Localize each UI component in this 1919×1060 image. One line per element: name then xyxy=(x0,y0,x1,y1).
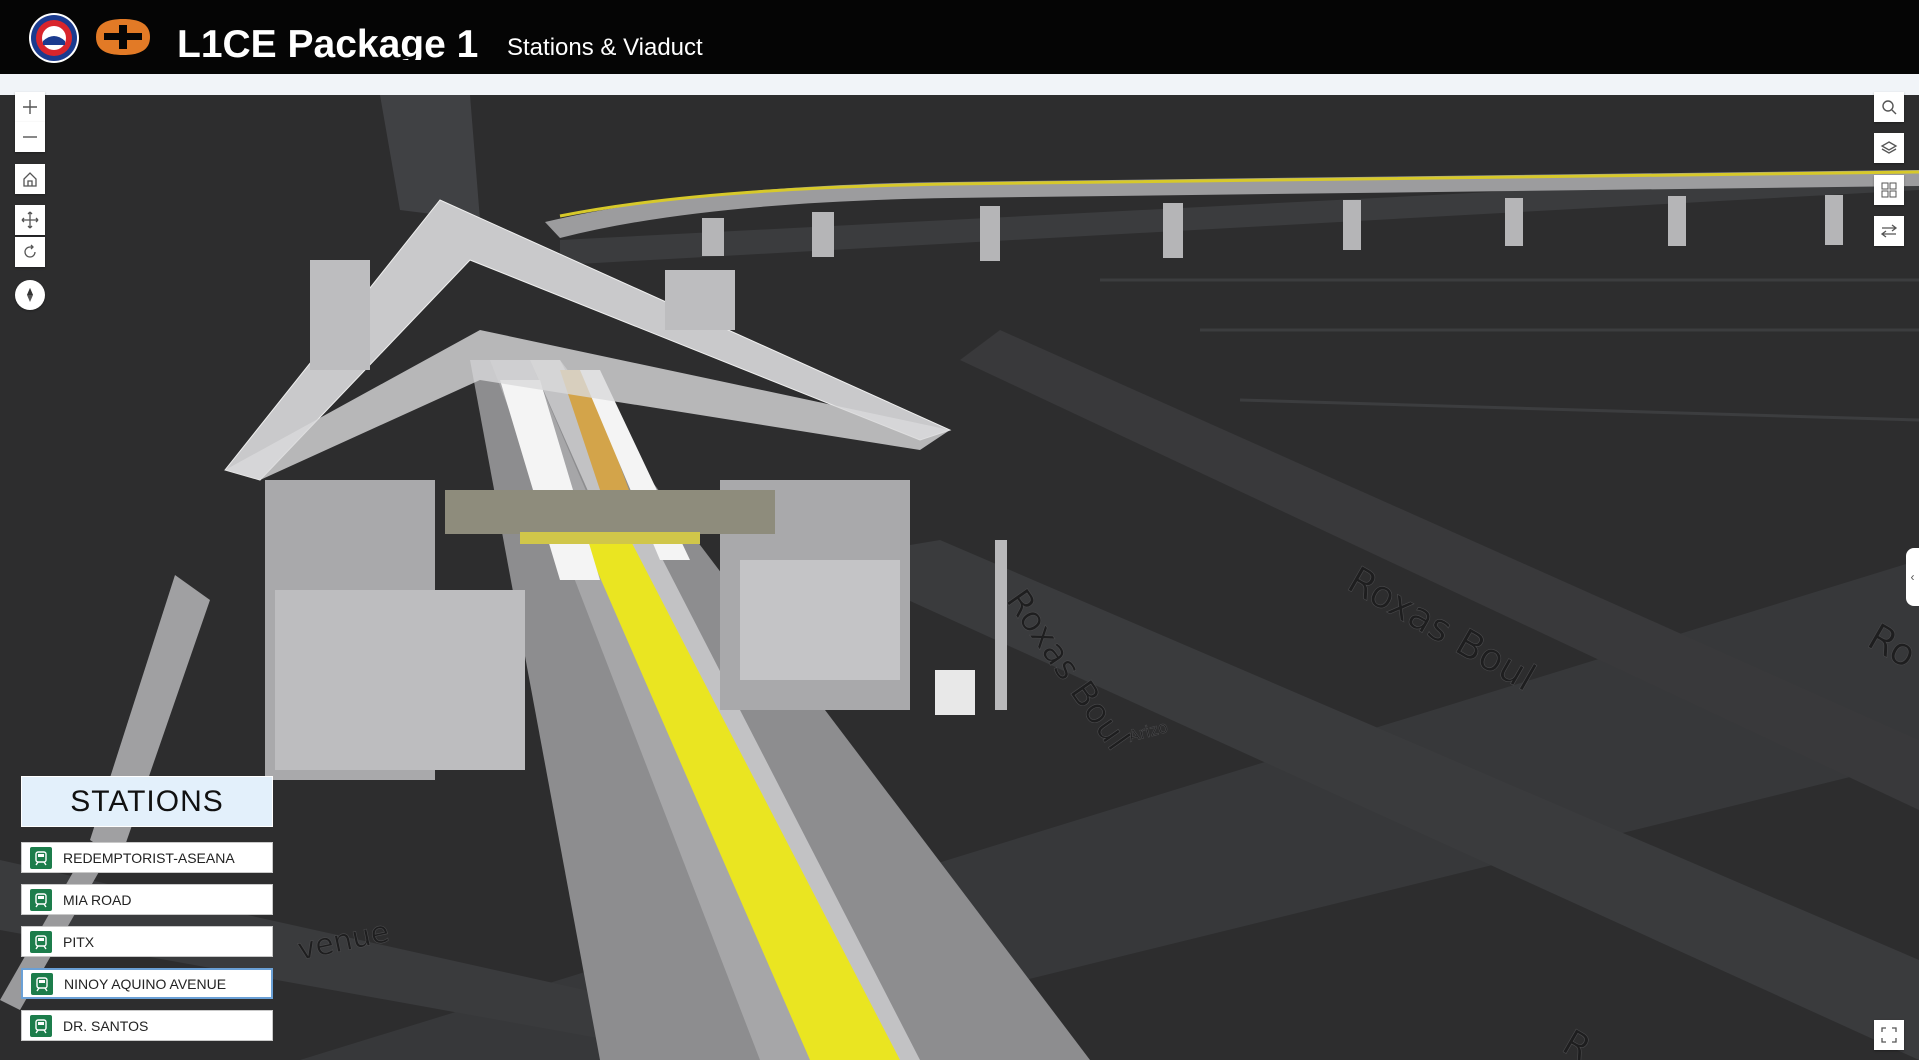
home-icon xyxy=(23,172,37,187)
pan-button[interactable] xyxy=(15,205,45,235)
station-item-pitx[interactable]: PITX xyxy=(21,926,273,957)
app-subtitle: Stations & Viaduct xyxy=(507,34,703,61)
zoom-in-button[interactable] xyxy=(15,92,45,122)
stations-panel: STATIONS REDEMPTORIST-ASEANA MIA ROAD PI… xyxy=(21,776,273,1041)
station-label: NINOY AQUINO AVENUE xyxy=(64,975,227,992)
lrt-line-logo xyxy=(92,15,154,59)
station-item-dr-santos[interactable]: DR. SANTOS xyxy=(21,1010,273,1041)
app-header: L1CE Package 1 Stations & Viaduct xyxy=(0,0,1919,74)
layers-button[interactable] xyxy=(1874,133,1904,163)
home-button[interactable] xyxy=(15,164,45,194)
chevron-left-icon: ‹ xyxy=(1910,570,1915,584)
app-title: L1CE Package 1 xyxy=(177,23,479,60)
station-label: DR. SANTOS xyxy=(63,1017,149,1034)
basemap-gallery-button[interactable] xyxy=(1874,175,1904,205)
station-item-redemptorist-aseana[interactable]: REDEMPTORIST-ASEANA xyxy=(21,842,273,873)
train-station-icon xyxy=(31,972,53,995)
train-station-icon xyxy=(30,1014,52,1037)
swipe-button[interactable] xyxy=(1874,216,1904,246)
compass-icon xyxy=(27,288,33,302)
search-icon xyxy=(1882,100,1897,115)
dotr-seal-logo xyxy=(29,13,79,63)
layers-icon xyxy=(1880,141,1898,154)
rotate-button[interactable] xyxy=(15,237,45,267)
station-label: PITX xyxy=(63,933,95,950)
pan-icon xyxy=(21,211,39,229)
compass-button[interactable] xyxy=(15,280,45,310)
zoom-out-button[interactable] xyxy=(15,122,45,152)
zoom-in-icon xyxy=(23,100,37,114)
rotate-icon xyxy=(24,244,36,258)
station-label: REDEMPTORIST-ASEANA xyxy=(63,849,235,866)
header-divider xyxy=(0,74,1919,95)
zoom-out-icon xyxy=(23,136,37,138)
scene-view-3d[interactable]: Roxas Boul Roxas Boul Ro venue Arizo R xyxy=(0,95,1919,1060)
train-station-icon xyxy=(30,930,52,953)
train-station-icon xyxy=(30,888,52,911)
fullscreen-button[interactable] xyxy=(1874,1020,1904,1050)
station-item-mia-road[interactable]: MIA ROAD xyxy=(21,884,273,915)
search-button[interactable] xyxy=(1874,92,1904,122)
fullscreen-icon xyxy=(1881,1027,1897,1043)
stations-title: STATIONS xyxy=(21,776,273,827)
station-label: MIA ROAD xyxy=(63,891,132,908)
basemap-gallery-icon xyxy=(1881,182,1897,198)
train-station-icon xyxy=(30,846,52,869)
swipe-icon xyxy=(1880,224,1898,238)
expand-panel-tab[interactable]: ‹ xyxy=(1906,548,1919,606)
station-item-ninoy-aquino-avenue[interactable]: NINOY AQUINO AVENUE xyxy=(21,968,273,999)
